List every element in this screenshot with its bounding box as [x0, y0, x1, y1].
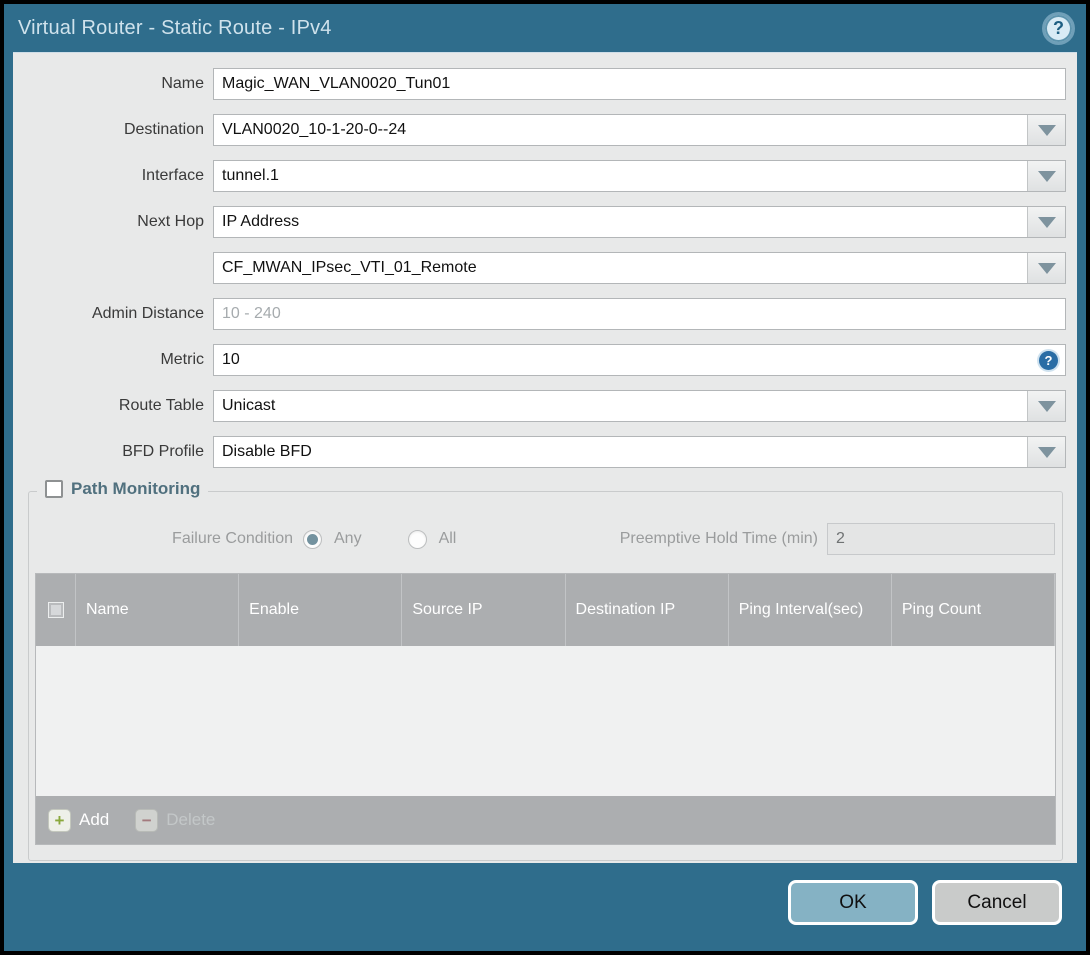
route-table-input[interactable] — [214, 391, 1027, 421]
add-button[interactable]: + Add — [48, 808, 110, 832]
path-monitoring-checkbox[interactable] — [45, 480, 63, 498]
add-button-label: Add — [79, 810, 110, 829]
column-header-ping-interval[interactable]: Ping Interval(sec) — [729, 574, 892, 646]
next-hop-dropdown-button[interactable] — [1027, 207, 1065, 237]
interface-row: Interface — [13, 160, 1066, 192]
failure-condition-all-option[interactable]: All — [407, 529, 457, 549]
column-header-ping-count[interactable]: Ping Count — [892, 574, 1056, 646]
failure-condition-row: Failure Condition Any All Preemptive Hol… — [35, 523, 1056, 555]
path-monitoring-table: Name Enable Source IP Destination IP Pin… — [35, 573, 1056, 845]
name-row: Name — [13, 68, 1066, 100]
metric-input[interactable] — [214, 345, 1039, 375]
admin-distance-row: Admin Distance — [13, 298, 1066, 330]
preemptive-hold-time-fieldbox — [827, 523, 1055, 555]
chevron-down-icon — [1037, 262, 1056, 274]
interface-fieldbox — [213, 160, 1066, 192]
destination-dropdown-button[interactable] — [1027, 115, 1065, 145]
delete-button[interactable]: − Delete — [135, 808, 216, 832]
next-hop-label: Next Hop — [137, 213, 204, 230]
preemptive-hold-time-label: Preemptive Hold Time (min) — [619, 530, 818, 547]
route-table-row: Route Table — [13, 390, 1066, 422]
next-hop-type-input[interactable] — [214, 207, 1027, 237]
next-hop-address-input[interactable] — [214, 253, 1027, 283]
destination-fieldbox — [213, 114, 1066, 146]
name-fieldbox — [213, 68, 1066, 100]
column-header-source-ip[interactable]: Source IP — [402, 574, 566, 646]
chevron-down-icon — [1037, 446, 1056, 458]
select-all-checkbox[interactable] — [47, 602, 64, 618]
interface-input[interactable] — [214, 161, 1027, 191]
table-header-row: Name Enable Source IP Destination IP Pin… — [36, 574, 1056, 646]
metric-help-icon[interactable]: ? — [1039, 350, 1058, 370]
interface-label: Interface — [141, 167, 204, 184]
destination-row: Destination — [13, 114, 1066, 146]
chevron-down-icon — [1037, 216, 1056, 228]
delete-button-label: Delete — [166, 810, 216, 829]
chevron-down-icon — [1037, 124, 1056, 136]
radio-all-label: All — [438, 530, 457, 547]
static-route-dialog: Virtual Router - Static Route - IPv4 ? N… — [4, 4, 1086, 951]
name-input[interactable] — [214, 69, 1065, 99]
radio-any-icon[interactable] — [303, 529, 322, 549]
cancel-button[interactable]: Cancel — [932, 880, 1062, 925]
destination-input[interactable] — [214, 115, 1027, 145]
next-hop-fieldbox — [213, 206, 1066, 238]
bfd-profile-row: BFD Profile — [13, 436, 1066, 468]
help-icon[interactable]: ? — [1045, 14, 1072, 42]
metric-label: Metric — [160, 351, 204, 368]
interface-dropdown-button[interactable] — [1027, 161, 1065, 191]
select-all-cell — [36, 574, 76, 646]
dialog-title: Virtual Router - Static Route - IPv4 — [18, 16, 332, 39]
chevron-down-icon — [1037, 400, 1056, 412]
admin-distance-input[interactable] — [214, 299, 1065, 329]
dialog-titlebar: Virtual Router - Static Route - IPv4 ? — [4, 4, 1086, 52]
dialog-footer: OK Cancel — [4, 863, 1086, 951]
path-monitoring-legend[interactable]: Path Monitoring — [37, 479, 209, 499]
preemptive-hold-time-input[interactable] — [828, 524, 1054, 554]
failure-condition-any-option[interactable]: Any — [303, 529, 362, 549]
next-hop-address-dropdown-button[interactable] — [1027, 253, 1065, 283]
name-label: Name — [161, 75, 204, 92]
column-header-enable[interactable]: Enable — [239, 574, 403, 646]
path-monitoring-title: Path Monitoring — [71, 479, 201, 498]
table-toolbar: + Add − Delete — [36, 796, 1055, 844]
dialog-content: Name Destination Interface — [13, 52, 1077, 863]
radio-all-icon[interactable] — [407, 529, 427, 549]
add-plus-icon: + — [48, 808, 71, 832]
route-table-dropdown-button[interactable] — [1027, 391, 1065, 421]
metric-row: Metric ? — [13, 344, 1066, 376]
ok-button[interactable]: OK — [788, 880, 918, 925]
next-hop-row: Next Hop — [13, 206, 1066, 238]
bfd-profile-dropdown-button[interactable] — [1027, 437, 1065, 467]
metric-fieldbox: ? — [213, 344, 1066, 376]
failure-condition-label: Failure Condition — [172, 530, 293, 547]
chevron-down-icon — [1037, 170, 1056, 182]
screenshot-frame: Virtual Router - Static Route - IPv4 ? N… — [0, 0, 1090, 955]
bfd-profile-label: BFD Profile — [122, 443, 204, 460]
next-hop-address-row — [13, 252, 1066, 284]
admin-distance-fieldbox — [213, 298, 1066, 330]
path-monitoring-section: Path Monitoring Failure Condition Any Al… — [28, 479, 1063, 861]
delete-minus-icon: − — [135, 808, 159, 832]
column-header-destination-ip[interactable]: Destination IP — [566, 574, 729, 646]
next-hop-address-fieldbox — [213, 252, 1066, 284]
table-body-empty — [36, 646, 1055, 796]
bfd-profile-input[interactable] — [214, 437, 1027, 467]
route-table-label: Route Table — [118, 397, 204, 414]
destination-label: Destination — [123, 121, 204, 138]
admin-distance-label: Admin Distance — [91, 305, 204, 322]
bfd-profile-fieldbox — [213, 436, 1066, 468]
radio-any-label: Any — [334, 530, 362, 547]
route-table-fieldbox — [213, 390, 1066, 422]
column-header-name[interactable]: Name — [76, 574, 240, 646]
